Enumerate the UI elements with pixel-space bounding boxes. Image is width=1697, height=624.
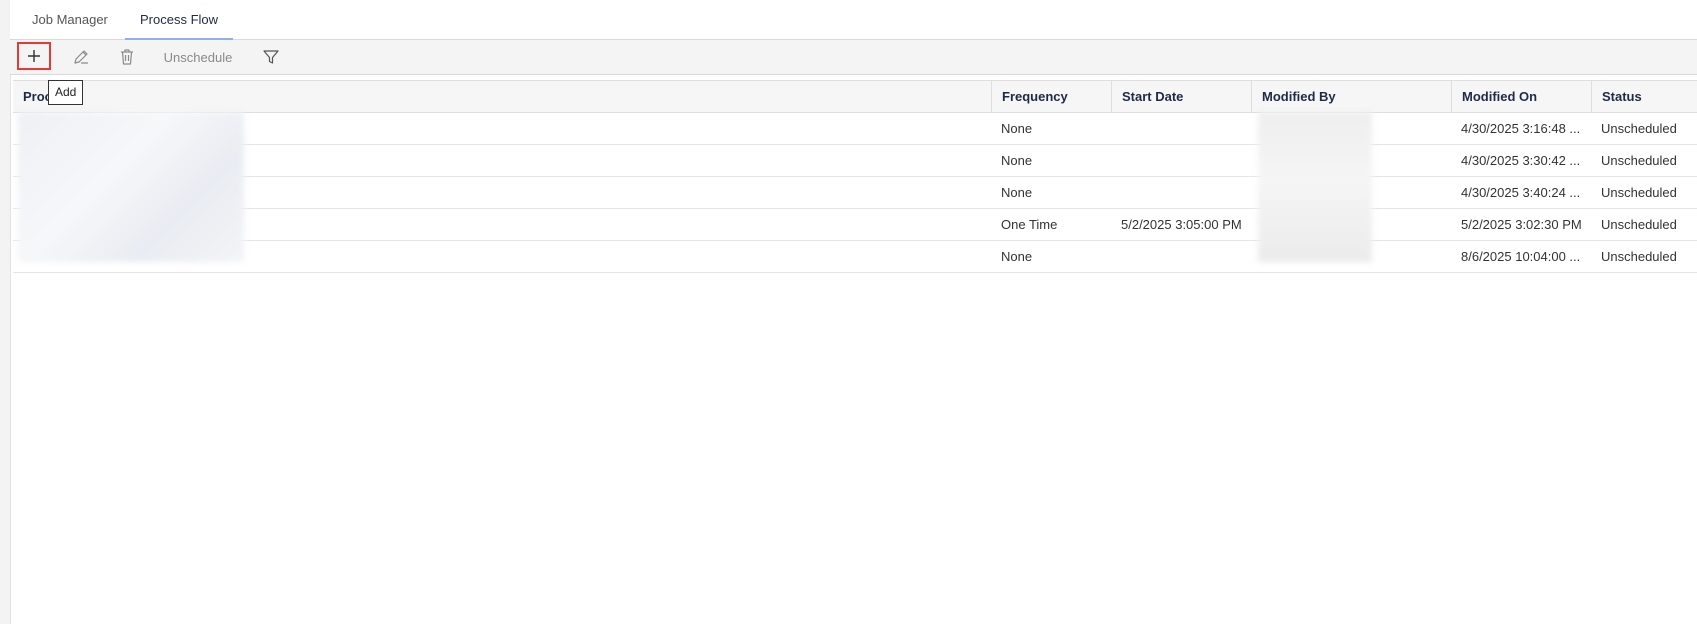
column-header-status[interactable]: Status xyxy=(1591,81,1697,112)
delete-button[interactable] xyxy=(112,42,142,72)
filter-button[interactable] xyxy=(256,42,286,72)
add-tooltip: Add xyxy=(48,80,84,105)
tab-job-manager[interactable]: Job Manager xyxy=(32,0,108,39)
add-button[interactable] xyxy=(17,42,51,70)
frequency-cell: None xyxy=(1001,185,1033,200)
left-border xyxy=(0,0,11,624)
plus-icon xyxy=(26,48,42,64)
pencil-icon xyxy=(72,48,90,66)
modified-on-cell: 8/6/2025 10:04:00 ... xyxy=(1461,249,1581,264)
redacted-process-names xyxy=(18,112,244,262)
table-row[interactable]: None 8/6/2025 10:04:00 ... Unscheduled xyxy=(13,241,1697,273)
modified-on-cell: 4/30/2025 3:16:48 ... xyxy=(1461,121,1581,136)
start-date-cell: 5/2/2025 3:05:00 PM xyxy=(1121,217,1242,232)
status-cell: Unscheduled xyxy=(1601,249,1677,264)
start-date-cell xyxy=(1111,145,1251,176)
frequency-cell: None xyxy=(1001,249,1033,264)
column-header-start-date[interactable]: Start Date xyxy=(1111,81,1251,112)
table-row[interactable]: One Time 5/2/2025 3:05:00 PM 5/2/2025 3:… xyxy=(13,209,1697,241)
start-date-cell xyxy=(1111,241,1251,272)
process-flow-table: Proc Frequency Start Date Modified By Mo… xyxy=(13,80,1697,273)
frequency-cell: One Time xyxy=(1001,217,1058,232)
start-date-cell xyxy=(1111,113,1251,144)
table-row[interactable]: None 4/30/2025 3:30:42 ... Unscheduled xyxy=(13,145,1697,177)
column-header-modified-by[interactable]: Modified By xyxy=(1251,81,1451,112)
tab-bar: Job Manager Process Flow xyxy=(10,0,1697,40)
toolbar: Unschedule xyxy=(10,40,1697,75)
column-header-frequency[interactable]: Frequency xyxy=(991,81,1111,112)
modified-on-cell: 5/2/2025 3:02:30 PM xyxy=(1461,217,1582,232)
table-row[interactable]: None 4/30/2025 3:16:48 ... Unscheduled xyxy=(13,113,1697,145)
table-row[interactable]: None 4/30/2025 3:40:24 ... Unscheduled xyxy=(13,177,1697,209)
frequency-cell: None xyxy=(1001,153,1033,168)
modified-on-cell: 4/30/2025 3:40:24 ... xyxy=(1461,185,1581,200)
redacted-modified-by xyxy=(1258,112,1372,262)
status-cell: Unscheduled xyxy=(1601,185,1677,200)
frequency-cell: None xyxy=(1001,121,1033,136)
start-date-cell xyxy=(1111,177,1251,208)
unschedule-button[interactable]: Unschedule xyxy=(162,42,234,72)
trash-icon xyxy=(119,48,135,66)
column-header-modified-on[interactable]: Modified On xyxy=(1451,81,1591,112)
filter-icon xyxy=(262,48,280,66)
status-cell: Unscheduled xyxy=(1601,217,1677,232)
table-header: Proc Frequency Start Date Modified By Mo… xyxy=(13,80,1697,113)
status-cell: Unscheduled xyxy=(1601,153,1677,168)
column-header-process[interactable]: Proc xyxy=(13,81,991,112)
tab-process-flow[interactable]: Process Flow xyxy=(125,0,234,40)
edit-button[interactable] xyxy=(66,42,96,72)
status-cell: Unscheduled xyxy=(1601,121,1677,136)
modified-on-cell: 4/30/2025 3:30:42 ... xyxy=(1461,153,1581,168)
